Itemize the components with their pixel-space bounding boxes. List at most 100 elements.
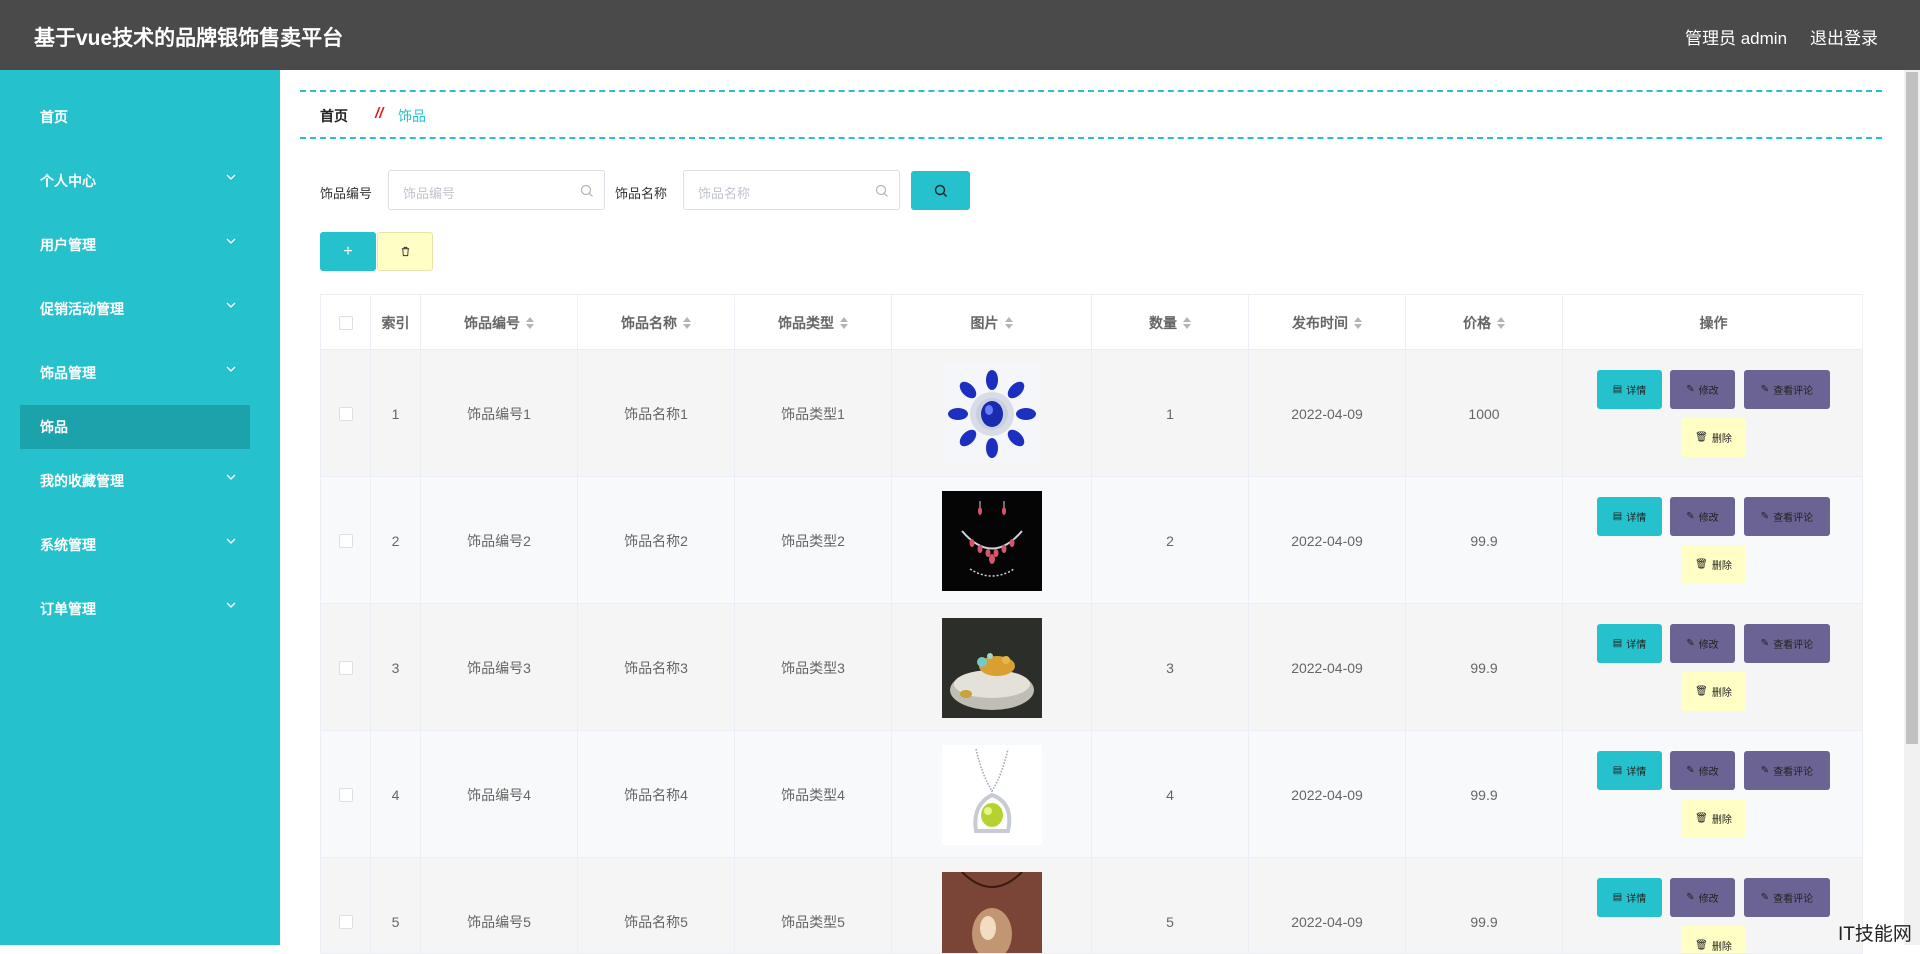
name-search-placeholder: 饰品名称	[698, 183, 750, 202]
document-icon: ▤	[1613, 511, 1622, 522]
row-checkbox[interactable]	[339, 915, 353, 929]
chevron-down-icon	[226, 236, 236, 246]
view-reviews-button[interactable]: ✎查看评论	[1744, 878, 1830, 917]
sidebar-item-order-management[interactable]: 订单管理	[20, 587, 250, 631]
column-header-price[interactable]: 价格	[1406, 295, 1563, 350]
detail-button[interactable]: ▤详情	[1597, 370, 1662, 409]
chevron-down-icon	[226, 536, 236, 546]
watermark: IT技能网	[1838, 919, 1912, 946]
delete-button[interactable]: 🗑 删除	[1681, 418, 1746, 457]
detail-label: 详情	[1626, 636, 1646, 651]
column-header-quantity[interactable]: 数量	[1092, 295, 1249, 350]
cell-price: 99.9	[1406, 604, 1563, 731]
cell-published: 2022-04-09	[1249, 858, 1406, 954]
trash-icon	[400, 246, 411, 257]
review-label: 查看评论	[1773, 636, 1813, 651]
edit-button[interactable]: ✎修改	[1670, 751, 1735, 790]
detail-button[interactable]: ▤详情	[1597, 497, 1662, 536]
jewelry-image-green-pendant	[942, 745, 1042, 845]
sidebar-item-user-management[interactable]: 用户管理	[20, 223, 250, 267]
sidebar-item-label: 我的收藏管理	[40, 471, 124, 491]
app-title: 基于vue技术的品牌银饰售卖平台	[34, 22, 343, 52]
detail-label: 详情	[1626, 763, 1646, 778]
row-checkbox[interactable]	[339, 788, 353, 802]
chevron-down-icon	[226, 364, 236, 374]
sidebar-item-home[interactable]: 首页	[20, 95, 250, 139]
column-header-label: 数量	[1149, 313, 1177, 333]
edit-button[interactable]: ✎修改	[1670, 497, 1735, 536]
edit-button[interactable]: ✎修改	[1670, 370, 1735, 409]
delete-button[interactable]: 🗑 删除	[1681, 799, 1746, 838]
code-search-input[interactable]: 饰品编号	[388, 170, 605, 210]
cell-type: 饰品类型1	[735, 350, 892, 477]
batch-delete-button[interactable]	[377, 232, 433, 271]
delete-button[interactable]: 🗑删除	[1681, 926, 1746, 954]
logout-link[interactable]: 退出登录	[1810, 24, 1878, 49]
select-all-cell	[321, 295, 371, 350]
trash-icon: 🗑	[1695, 432, 1708, 443]
sidebar-item-label: 首页	[40, 107, 68, 127]
cell-actions: ▤详情 ✎修改 ✎查看评论 🗑 删除	[1563, 350, 1863, 477]
column-header-code[interactable]: 饰品编号	[421, 295, 578, 350]
view-reviews-button[interactable]: ✎查看评论	[1744, 370, 1830, 409]
delete-label: 删除	[1712, 430, 1732, 445]
cell-index: 5	[371, 858, 421, 954]
sidebar-item-favorites-management[interactable]: 我的收藏管理	[20, 459, 250, 503]
document-icon: ▤	[1613, 384, 1622, 395]
sidebar-item-label: 饰品管理	[40, 363, 96, 383]
name-search-label: 饰品名称	[615, 183, 667, 202]
cell-name: 饰品名称2	[578, 477, 735, 604]
trash-icon: 🗑	[1695, 940, 1708, 951]
view-reviews-button[interactable]: ✎查看评论	[1744, 624, 1830, 663]
cell-actions: ▤详情 ✎修改 ✎查看评论 🗑删除	[1563, 858, 1863, 954]
add-button[interactable]: +	[320, 232, 376, 271]
sidebar-item-label: 订单管理	[40, 599, 96, 619]
view-reviews-button[interactable]: ✎查看评论	[1744, 751, 1830, 790]
row-checkbox[interactable]	[339, 661, 353, 675]
cell-image	[892, 477, 1092, 604]
delete-button[interactable]: 🗑删除	[1681, 545, 1746, 584]
page-scrollbar[interactable]	[1904, 70, 1920, 945]
column-header-label: 图片	[971, 313, 999, 333]
sidebar-item-jewelry[interactable]: 饰品	[20, 405, 250, 449]
sidebar-item-system-management[interactable]: 系统管理	[20, 523, 250, 567]
jewelry-image-gold-ornament	[942, 618, 1042, 718]
cell-code: 饰品编号4	[421, 731, 578, 858]
row-checkbox[interactable]	[339, 534, 353, 548]
table-row: 4 饰品编号4 饰品名称4 饰品类型4 4 2022-04-09 99.9 ▤详…	[321, 731, 1863, 858]
select-all-checkbox[interactable]	[339, 316, 353, 330]
detail-button[interactable]: ▤详情	[1597, 751, 1662, 790]
edit-button[interactable]: ✎修改	[1670, 878, 1735, 917]
trash-icon: 🗑	[1695, 813, 1708, 824]
cell-name: 饰品名称4	[578, 731, 735, 858]
breadcrumb: 首页 // 饰品	[300, 90, 1882, 139]
cell-price: 99.9	[1406, 858, 1563, 954]
sidebar-item-promotion-management[interactable]: 促销活动管理	[20, 287, 250, 331]
column-header-image[interactable]: 图片	[892, 295, 1092, 350]
delete-button[interactable]: 🗑删除	[1681, 672, 1746, 711]
breadcrumb-home[interactable]: 首页	[320, 106, 348, 126]
sidebar-item-jewelry-management[interactable]: 饰品管理	[20, 351, 250, 395]
top-header: 基于vue技术的品牌银饰售卖平台 管理员 admin 退出登录	[0, 0, 1920, 70]
view-reviews-button[interactable]: ✎查看评论	[1744, 497, 1830, 536]
search-button[interactable]	[911, 171, 970, 210]
table-row: 5 饰品编号5 饰品名称5 饰品类型5 5 2022-04-09 99.9 ▤详…	[321, 858, 1863, 954]
column-header-published[interactable]: 发布时间	[1249, 295, 1406, 350]
sidebar-item-personal-center[interactable]: 个人中心	[20, 159, 250, 203]
review-label: 查看评论	[1773, 890, 1813, 905]
row-checkbox[interactable]	[339, 407, 353, 421]
sidebar-item-label: 用户管理	[40, 235, 96, 255]
row-select-cell	[321, 604, 371, 731]
name-search-input[interactable]: 饰品名称	[683, 170, 900, 210]
detail-button[interactable]: ▤详情	[1597, 878, 1662, 917]
column-header-type[interactable]: 饰品类型	[735, 295, 892, 350]
table-row: 3 饰品编号3 饰品名称3 饰品类型3 3 2022-04-09 99.9	[321, 604, 1863, 731]
plus-icon: +	[343, 243, 352, 261]
delete-label: 删除	[1712, 811, 1732, 826]
cell-image	[892, 858, 1092, 954]
scrollbar-thumb[interactable]	[1906, 72, 1918, 744]
detail-button[interactable]: ▤详情	[1597, 624, 1662, 663]
edit-button[interactable]: ✎修改	[1670, 624, 1735, 663]
cell-quantity: 2	[1092, 477, 1249, 604]
column-header-name[interactable]: 饰品名称	[578, 295, 735, 350]
